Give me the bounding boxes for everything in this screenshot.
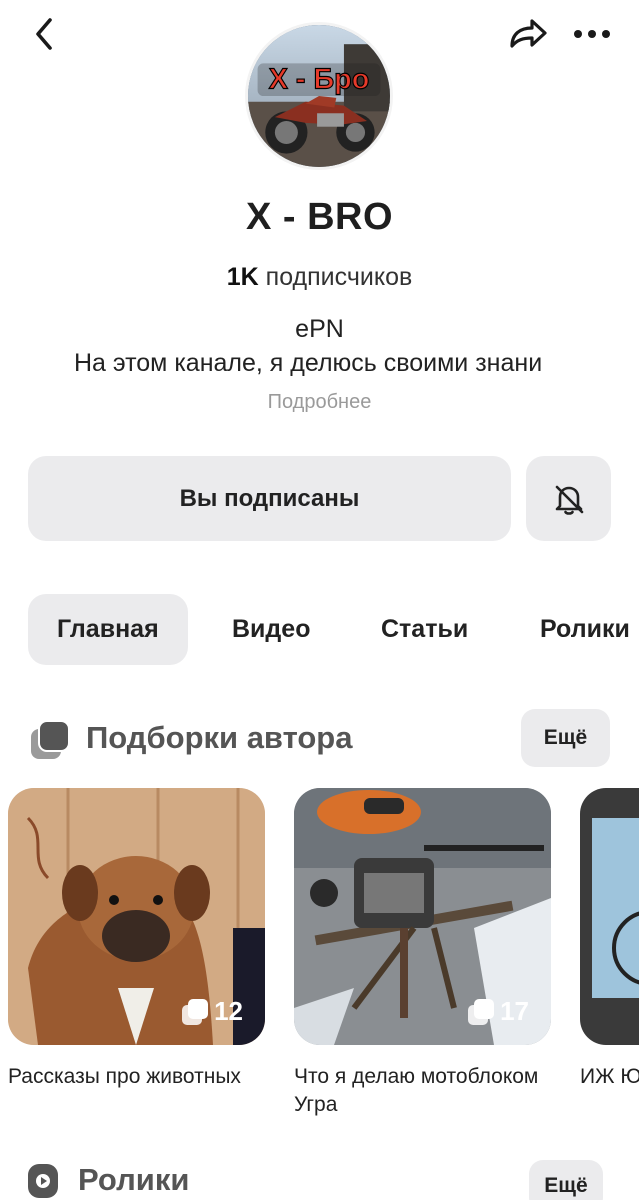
more-options-button[interactable]: [570, 14, 614, 54]
subscribers-label: подписчиков: [265, 263, 413, 291]
tab-shorts[interactable]: Ролики: [540, 594, 630, 665]
channel-avatar[interactable]: X - Бро: [245, 22, 393, 170]
shorts-title: Ролики: [78, 1162, 190, 1197]
collection-count: 17: [466, 996, 529, 1027]
collections-more-button[interactable]: Ещё: [521, 709, 610, 767]
more-dots-icon: [574, 30, 610, 38]
notifications-button[interactable]: [526, 456, 611, 541]
description-line-1: ePN: [295, 315, 344, 343]
channel-title: X - BRO: [245, 196, 394, 238]
share-arrow-icon: [510, 19, 547, 48]
collection-title: Что я делаю мотоблоком Угра: [294, 1065, 539, 1116]
collection-card[interactable]: ИЖ Ю: [580, 788, 639, 1091]
tab-main[interactable]: Главная: [28, 594, 188, 665]
subscribers-count: 1K подписчиков: [0, 263, 639, 292]
collections-icon: [31, 720, 70, 759]
collection-title: ИЖ Ю: [580, 1065, 639, 1088]
shorts-more-button[interactable]: Ещё: [529, 1160, 603, 1200]
drawing-photo: [580, 788, 639, 1045]
collection-card[interactable]: 12 Рассказы про животных: [8, 788, 265, 1091]
svg-text:X - Бро: X - Бро: [269, 63, 370, 95]
collections-title: Подборки автора: [86, 720, 353, 755]
subscribed-button[interactable]: Вы подписаны: [28, 456, 511, 541]
tab-video[interactable]: Видео: [232, 594, 310, 665]
channel-tabs: Главная Видео Статьи Ролики: [0, 594, 639, 666]
collection-thumbnail: 12: [8, 788, 265, 1045]
more-info-link[interactable]: Подробнее: [0, 391, 639, 414]
collection-count: 12: [180, 996, 243, 1027]
bell-off-icon: [555, 485, 583, 515]
description-line-2: На этом канале, я делюсь своими знани: [74, 349, 543, 377]
collection-stack-icon: [468, 998, 495, 1025]
share-button[interactable]: [506, 14, 550, 54]
collection-thumbnail: [580, 788, 639, 1045]
collection-thumbnail: 17: [294, 788, 551, 1045]
collection-card[interactable]: 17 Что я делаю мотоблоком Угра: [294, 788, 551, 1119]
collection-title: Рассказы про животных: [8, 1065, 241, 1088]
back-button[interactable]: [26, 14, 66, 54]
avatar-image: X - Бро: [248, 25, 390, 167]
subscribers-number: 1K: [226, 263, 259, 291]
collection-stack-icon: [182, 998, 209, 1025]
chevron-left-icon: [36, 18, 52, 50]
tab-articles[interactable]: Статьи: [381, 594, 468, 665]
shorts-icon: [28, 1164, 58, 1198]
shorts-header: Ролики Ещё: [0, 1158, 639, 1200]
collections-header: Подборки автора Ещё: [0, 708, 639, 768]
